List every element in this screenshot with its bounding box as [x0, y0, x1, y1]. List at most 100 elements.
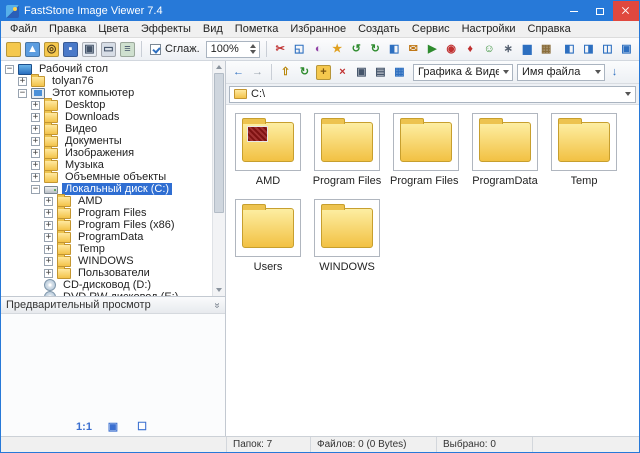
menu-item[interactable]: Пометка [229, 22, 285, 36]
tree-expand-toggle[interactable]: + [31, 113, 40, 122]
tree-item[interactable]: +ProgramData [1, 231, 212, 243]
tree-expand-toggle[interactable]: + [31, 161, 40, 170]
tree-item[interactable]: +WINDOWS [1, 255, 212, 267]
up-folder-button[interactable]: ⇧ [277, 64, 294, 81]
folder-thumbnail[interactable]: Users [232, 199, 304, 273]
menu-item[interactable]: Избранное [284, 22, 352, 36]
tree-expand-toggle[interactable]: + [44, 257, 53, 266]
tree-item[interactable]: +Документы [1, 135, 212, 147]
tree-expand-toggle[interactable]: + [31, 125, 40, 134]
tree-expand-toggle[interactable]: − [5, 65, 14, 74]
tree-item[interactable]: +Program Files (x86) [1, 219, 212, 231]
collapse-preview-icon[interactable]: » [212, 302, 223, 308]
users-button[interactable]: ☺ [481, 41, 498, 58]
refresh-button[interactable]: ↻ [296, 64, 313, 81]
fit-window-button-button[interactable]: ▣ [105, 419, 122, 436]
back-button[interactable]: ← [230, 64, 247, 81]
browse-folder-button[interactable]: ◎ [43, 41, 60, 58]
actual-size-button-button[interactable]: 1:1 [76, 419, 93, 436]
tree-item[interactable]: +Program Files [1, 207, 212, 219]
capture-button[interactable]: ◉ [443, 41, 460, 58]
forward-button[interactable]: → [249, 64, 266, 81]
tree-item[interactable]: +Temp [1, 243, 212, 255]
tree-expand-toggle[interactable]: + [31, 149, 40, 158]
maximize-button[interactable] [587, 1, 613, 21]
zoom-spinner[interactable] [250, 44, 256, 54]
tree-item[interactable]: +Видео [1, 123, 212, 135]
layout-split-button[interactable]: ◫ [599, 41, 616, 58]
settings-button[interactable]: ∗ [500, 41, 517, 58]
tree-item[interactable]: CD-дисковод (D:) [1, 279, 212, 291]
tree-expand-toggle[interactable]: + [31, 101, 40, 110]
tag-button[interactable]: ♦ [462, 41, 479, 58]
tree-expand-toggle[interactable]: + [31, 137, 40, 146]
new-folder-button[interactable]: + [315, 64, 332, 81]
slideshow-button[interactable]: ▶ [424, 41, 441, 58]
adjust-colors-button[interactable]: ◐ [310, 41, 327, 58]
layout-viewer-button[interactable]: ◨ [580, 41, 597, 58]
address-field[interactable]: C:\ [229, 86, 636, 103]
copy-file-button[interactable]: ▣ [81, 41, 98, 58]
email-button[interactable]: ✉ [405, 41, 422, 58]
tree-item[interactable]: +Музыка [1, 159, 212, 171]
menu-item[interactable]: Сервис [406, 22, 456, 36]
print-button[interactable]: ▭ [100, 41, 117, 58]
scan-button[interactable]: ≡ [119, 41, 136, 58]
crop-button[interactable]: ✂ [272, 41, 289, 58]
rotate-right-button[interactable]: ↻ [367, 41, 384, 58]
preview-panel-header[interactable]: Предварительный просмотр » [1, 296, 225, 314]
tree-item[interactable]: −Этот компьютер [1, 87, 212, 99]
file-type-filter-combo[interactable]: Графика & Видео [413, 64, 513, 81]
save-as-button[interactable]: ▪ [62, 41, 79, 58]
folder-thumbnail[interactable]: ProgramData [469, 113, 541, 187]
chevron-down-icon[interactable] [625, 92, 631, 96]
menu-item[interactable]: Правка [43, 22, 92, 36]
image-file-button[interactable]: ▲ [24, 41, 41, 58]
scrollbar-thumb[interactable] [214, 73, 224, 213]
tree-expand-toggle[interactable]: + [44, 221, 53, 230]
tree-expand-toggle[interactable]: + [44, 209, 53, 218]
scrollbar-track[interactable] [213, 73, 225, 284]
compare-button[interactable]: ◧ [386, 41, 403, 58]
tree-expand-toggle[interactable]: + [44, 233, 53, 242]
menu-item[interactable]: Настройки [456, 22, 522, 36]
tree-item[interactable]: +Изображения [1, 147, 212, 159]
copy-to-button[interactable]: ▣ [353, 64, 370, 81]
menu-item[interactable]: Цвета [92, 22, 135, 36]
tree-scrollbar[interactable] [212, 61, 225, 296]
tree-expand-toggle[interactable]: − [31, 185, 40, 194]
folder-thumbnail[interactable]: Program Files [311, 113, 383, 187]
move-to-button[interactable]: ▤ [372, 64, 389, 81]
tree-item[interactable]: +Desktop [1, 99, 212, 111]
menu-item[interactable]: Эффекты [135, 22, 197, 36]
tree-item[interactable]: +Пользователи [1, 267, 212, 279]
delete-button[interactable]: × [334, 64, 351, 81]
tree-expand-toggle[interactable]: + [44, 269, 53, 278]
fullscreen-button-button[interactable]: ☐ [134, 419, 151, 436]
layout-full-button[interactable]: ▣ [618, 41, 635, 58]
rotate-left-button[interactable]: ↺ [348, 41, 365, 58]
title-bar[interactable]: FastStone Image Viewer 7.4 [1, 1, 639, 21]
folder-thumbnail[interactable]: Temp [548, 113, 620, 187]
resize-button[interactable]: ◱ [291, 41, 308, 58]
tree-item[interactable]: −Локальный диск (C:) [1, 183, 212, 195]
tree-item[interactable]: +Объемные объекты [1, 171, 212, 183]
layout-browser-button[interactable]: ◧ [561, 41, 578, 58]
tree-item[interactable]: +AMD [1, 195, 212, 207]
tree-expand-toggle[interactable]: + [31, 173, 40, 182]
histogram-button[interactable]: ▆ [519, 41, 536, 58]
minimize-button[interactable] [561, 1, 587, 21]
zoom-combo[interactable]: 100% [206, 41, 260, 58]
smoothing-checkbox[interactable]: Сглаж. [150, 43, 200, 55]
effects-button[interactable]: ★ [329, 41, 346, 58]
tree-item[interactable]: +Downloads [1, 111, 212, 123]
tree-item[interactable]: +tolyan76 [1, 75, 212, 87]
folder-thumbnail[interactable]: WINDOWS [311, 199, 383, 273]
scroll-up-button[interactable] [213, 61, 225, 73]
menu-item[interactable]: Создать [352, 22, 406, 36]
tree-expand-toggle[interactable]: + [44, 245, 53, 254]
folder-thumbnail[interactable]: Program Files (x86) [390, 113, 462, 187]
sort-field-combo[interactable]: Имя файла [517, 64, 605, 81]
tree-expand-toggle[interactable]: + [18, 77, 27, 86]
folder-thumbnail[interactable]: AMD [232, 113, 304, 187]
